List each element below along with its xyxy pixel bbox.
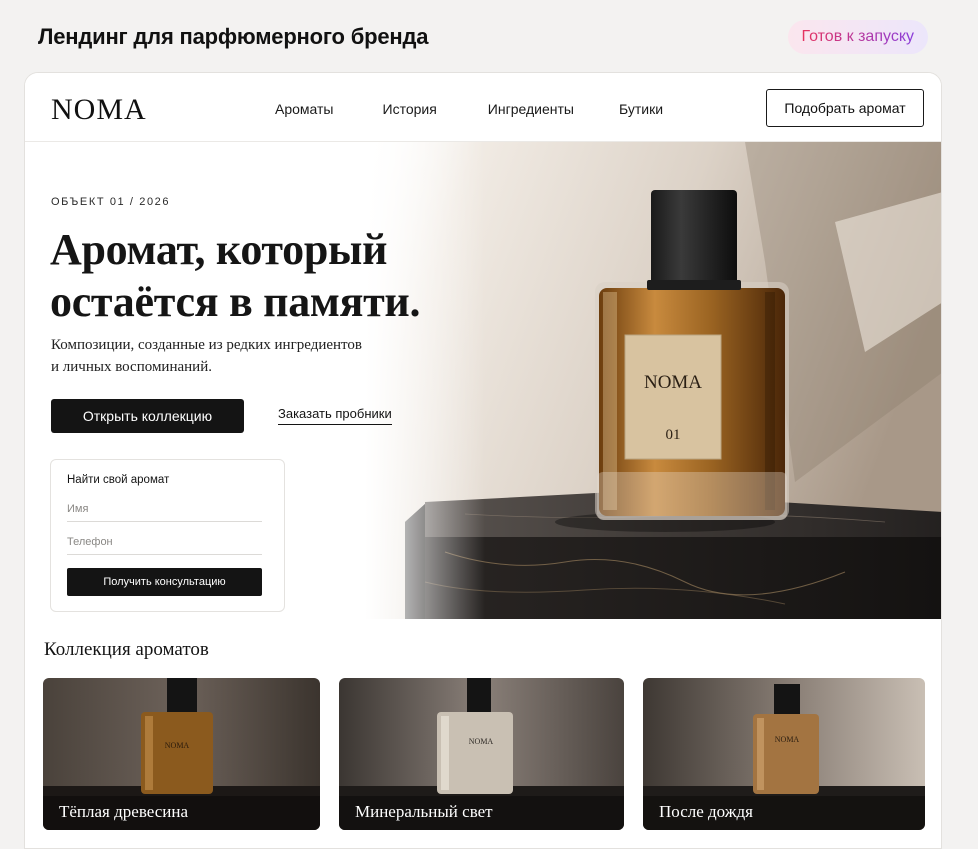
collection-title: Коллекция ароматов	[44, 639, 209, 660]
hero-title: Аромат, который остаётся в памяти.	[50, 224, 470, 328]
hero-title-line-1: Аромат, который	[50, 225, 388, 274]
nav-link-aromas[interactable]: Ароматы	[275, 101, 334, 117]
tile-bottle-label: NOMA	[775, 735, 800, 744]
collection-item-warm-wood[interactable]: NOMA Тёплая древесина	[43, 678, 320, 830]
brand-logo[interactable]: NOMA	[51, 93, 147, 127]
form-title: Найти свой аромат	[67, 474, 170, 486]
status-badge: Готов к запуску	[787, 20, 928, 54]
bottle-label-number: 01	[666, 427, 681, 443]
get-consultation-button[interactable]: Получить консультацию	[67, 568, 262, 596]
aroma-finder-form: Найти свой аромат Получить консультацию	[50, 459, 285, 612]
status-badge-text: Готов к запуску	[801, 28, 914, 45]
collection-item-label: После дождя	[659, 802, 753, 821]
tile-bottle-label: NOMA	[165, 741, 190, 750]
collection-item-label: Минеральный свет	[355, 802, 493, 821]
page-title: Лендинг для парфюмерного бренда	[38, 24, 429, 49]
order-samples-link[interactable]: Заказать пробники	[278, 406, 392, 425]
collection-item-after-rain[interactable]: NOMA После дождя	[643, 678, 925, 830]
hero-bottle-illustration: NOMA 01	[365, 142, 941, 619]
find-aroma-button[interactable]: Подобрать аромат	[766, 89, 924, 127]
nav-link-ingredients[interactable]: Ингредиенты	[488, 101, 574, 117]
hero-subtitle: Композиции, созданные из редких ингредие…	[51, 334, 391, 378]
nav-link-boutiques[interactable]: Бутики	[619, 101, 663, 117]
hero-image: NOMA 01	[365, 142, 941, 619]
collection-item-mineral-light[interactable]: NOMA Минеральный свет	[339, 678, 624, 830]
tile-bottle-label: NOMA	[469, 737, 494, 746]
hero-subtitle-line-1: Композиции, созданные из редких ингредие…	[51, 337, 362, 353]
open-collection-button[interactable]: Открыть коллекцию	[51, 399, 244, 433]
hero-subtitle-line-2: и личных воспоминаний.	[51, 359, 212, 375]
site-nav: NOMA Ароматы История Ингредиенты Бутики …	[25, 73, 941, 142]
collection-item-label: Тёплая древесина	[59, 802, 189, 821]
hero-title-line-2: остаётся в памяти.	[50, 277, 421, 326]
hero-eyebrow: ОБЪЕКТ 01 / 2026	[51, 196, 171, 208]
nav-links: Ароматы История Ингредиенты Бутики	[275, 101, 663, 117]
phone-input[interactable]	[67, 529, 262, 555]
nav-link-history[interactable]: История	[383, 101, 437, 117]
name-input[interactable]	[67, 496, 262, 522]
bottle-label-brand: NOMA	[644, 372, 702, 393]
hero-section: NOMA 01 ОБЪЕКТ 01 / 2026 Аромат, который…	[25, 142, 941, 619]
landing-preview: NOMA Ароматы История Ингредиенты Бутики …	[24, 72, 942, 849]
